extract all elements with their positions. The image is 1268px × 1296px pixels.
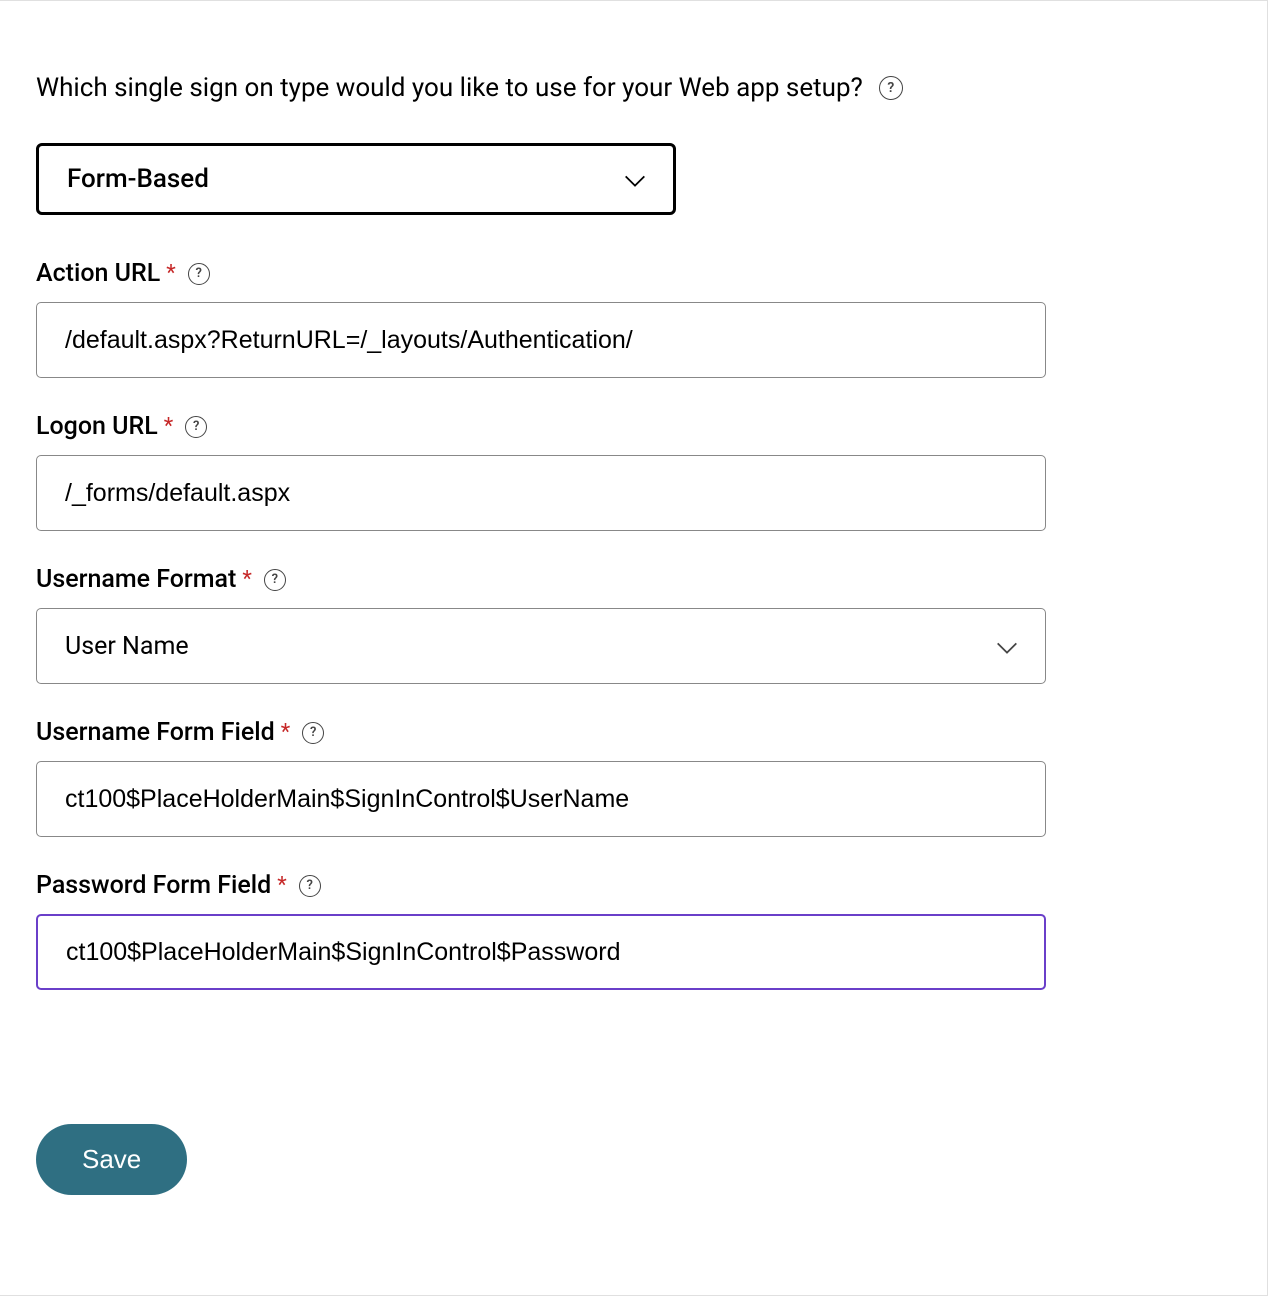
sso-type-select[interactable]: Form-Based [36,143,676,215]
help-icon[interactable]: ? [264,569,286,591]
username-form-field-group: Username Form Field * ? [36,718,1231,837]
help-icon[interactable]: ? [185,416,207,438]
username-format-value: User Name [65,632,189,661]
logon-url-input[interactable] [36,455,1046,531]
username-form-field-label-row: Username Form Field * ? [36,718,1231,747]
username-form-field-input[interactable] [36,761,1046,837]
logon-url-group: Logon URL * ? [36,412,1231,531]
required-indicator: * [281,720,290,745]
username-format-select[interactable]: User Name [36,608,1046,684]
logon-url-label-row: Logon URL * ? [36,412,1231,441]
sso-type-value: Form-Based [67,164,209,194]
username-format-label-row: Username Format * ? [36,565,1231,594]
logon-url-label: Logon URL [36,412,158,441]
username-format-group: Username Format * ? User Name [36,565,1231,684]
required-indicator: * [277,873,286,898]
form-panel: Which single sign on type would you like… [0,0,1268,1296]
action-url-label-row: Action URL * ? [36,259,1231,288]
username-format-label: Username Format [36,565,236,594]
help-icon[interactable]: ? [879,76,903,100]
action-url-label: Action URL [36,259,160,288]
username-form-field-label: Username Form Field [36,718,275,747]
required-indicator: * [164,414,173,439]
action-url-input[interactable] [36,302,1046,378]
chevron-down-icon [993,634,1017,658]
help-icon[interactable]: ? [188,263,210,285]
help-icon[interactable]: ? [302,722,324,744]
save-button[interactable]: Save [36,1124,187,1195]
password-form-field-label: Password Form Field [36,871,271,900]
help-icon[interactable]: ? [299,875,321,897]
password-form-field-label-row: Password Form Field * ? [36,871,1231,900]
chevron-down-icon [621,167,645,191]
question-row: Which single sign on type would you like… [36,73,1231,103]
question-text: Which single sign on type would you like… [36,73,863,103]
password-form-field-group: Password Form Field * ? [36,871,1231,990]
required-indicator: * [242,567,251,592]
required-indicator: * [166,261,175,286]
password-form-field-input[interactable] [36,914,1046,990]
action-url-group: Action URL * ? [36,259,1231,378]
